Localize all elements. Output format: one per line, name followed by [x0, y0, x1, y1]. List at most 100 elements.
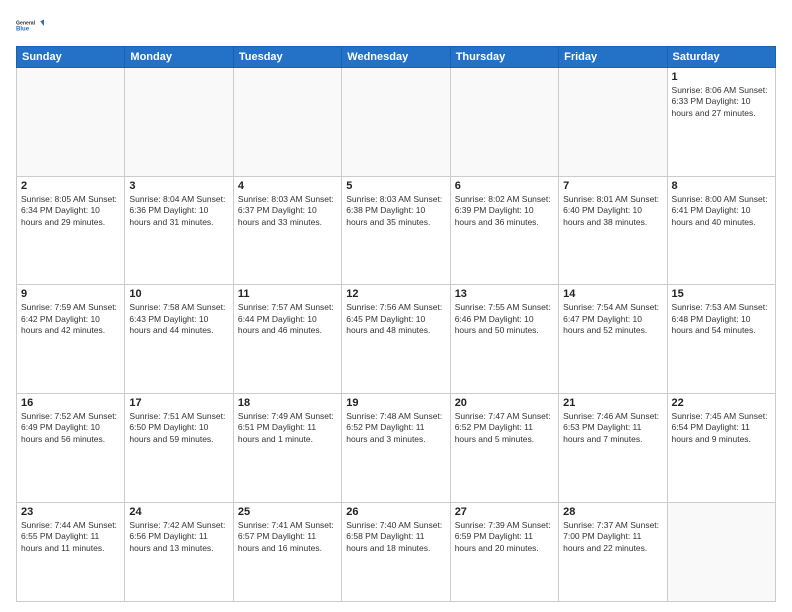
calendar-cell: 8Sunrise: 8:00 AM Sunset: 6:41 PM Daylig…: [667, 176, 775, 285]
calendar-cell: 5Sunrise: 8:03 AM Sunset: 6:38 PM Daylig…: [342, 176, 450, 285]
calendar-cell: 3 Sunrise: 8:04 AM Sunset: 6:36 PM Daylig…: [125, 176, 233, 285]
calendar-week-3: 9 Sunrise: 7:59 AM Sunset: 6:42 PM Daylig…: [17, 285, 776, 394]
day-info: Sunrise: 7:52 AM Sunset: 6:49 PM Dayligh…: [21, 411, 120, 445]
calendar-cell: 7Sunrise: 8:01 AM Sunset: 6:40 PM Daylig…: [559, 176, 667, 285]
calendar-cell: 27 Sunrise: 7:39 AM Sunset: 6:59 PM Dayli…: [450, 502, 558, 601]
calendar-table: SundayMondayTuesdayWednesdayThursdayFrid…: [16, 46, 776, 602]
calendar-cell: 26 Sunrise: 7:40 AM Sunset: 6:58 PM Dayli…: [342, 502, 450, 601]
calendar-cell: 6Sunrise: 8:02 AM Sunset: 6:39 PM Daylig…: [450, 176, 558, 285]
day-number: 19: [346, 397, 445, 409]
calendar-cell: [233, 68, 341, 177]
calendar-cell: [342, 68, 450, 177]
calendar-cell: 18 Sunrise: 7:49 AM Sunset: 6:51 PM Dayli…: [233, 393, 341, 502]
calendar-cell: 24 Sunrise: 7:42 AM Sunset: 6:56 PM Dayli…: [125, 502, 233, 601]
calendar-cell: 9 Sunrise: 7:59 AM Sunset: 6:42 PM Daylig…: [17, 285, 125, 394]
day-info: Sunrise: 7:44 AM Sunset: 6:55 PM Dayligh…: [21, 520, 120, 554]
day-number: 20: [455, 397, 554, 409]
calendar-cell: 4Sunrise: 8:03 AM Sunset: 6:37 PM Daylig…: [233, 176, 341, 285]
day-info: Sunrise: 8:06 AM Sunset: 6:33 PM Dayligh…: [672, 85, 771, 119]
day-info: Sunrise: 7:45 AM Sunset: 6:54 PM Dayligh…: [672, 411, 771, 445]
calendar-cell: 17 Sunrise: 7:51 AM Sunset: 6:50 PM Dayli…: [125, 393, 233, 502]
day-info: Sunrise: 8:00 AM Sunset: 6:41 PM Dayligh…: [672, 194, 771, 228]
day-info: Sunrise: 7:41 AM Sunset: 6:57 PM Dayligh…: [238, 520, 337, 554]
day-number: 25: [238, 506, 337, 518]
day-info: Sunrise: 7:57 AM Sunset: 6:44 PM Dayligh…: [238, 302, 337, 336]
day-number: 14: [563, 288, 662, 300]
calendar-cell: 25 Sunrise: 7:41 AM Sunset: 6:57 PM Dayli…: [233, 502, 341, 601]
calendar-cell: 15 Sunrise: 7:53 AM Sunset: 6:48 PM Dayli…: [667, 285, 775, 394]
day-number: 23: [21, 506, 120, 518]
calendar-week-4: 16 Sunrise: 7:52 AM Sunset: 6:49 PM Dayli…: [17, 393, 776, 502]
calendar-cell: 28 Sunrise: 7:37 AM Sunset: 7:00 PM Dayli…: [559, 502, 667, 601]
svg-text:Blue: Blue: [16, 27, 30, 33]
calendar-cell: 16 Sunrise: 7:52 AM Sunset: 6:49 PM Dayli…: [17, 393, 125, 502]
day-number: 15: [672, 288, 771, 300]
day-info: Sunrise: 7:49 AM Sunset: 6:51 PM Dayligh…: [238, 411, 337, 445]
calendar-cell: 20 Sunrise: 7:47 AM Sunset: 6:52 PM Dayli…: [450, 393, 558, 502]
day-info: Sunrise: 8:05 AM Sunset: 6:34 PM Dayligh…: [21, 194, 120, 228]
day-info: Sunrise: 7:40 AM Sunset: 6:58 PM Dayligh…: [346, 520, 445, 554]
day-number: 24: [129, 506, 228, 518]
calendar-cell: 22 Sunrise: 7:45 AM Sunset: 6:54 PM Dayli…: [667, 393, 775, 502]
day-number: 22: [672, 397, 771, 409]
day-info: Sunrise: 7:59 AM Sunset: 6:42 PM Dayligh…: [21, 302, 120, 336]
calendar-cell: 10 Sunrise: 7:58 AM Sunset: 6:43 PM Dayli…: [125, 285, 233, 394]
day-info: Sunrise: 7:58 AM Sunset: 6:43 PM Dayligh…: [129, 302, 228, 336]
day-info: Sunrise: 7:53 AM Sunset: 6:48 PM Dayligh…: [672, 302, 771, 336]
weekday-header-row: SundayMondayTuesdayWednesdayThursdayFrid…: [17, 47, 776, 68]
calendar-cell: 23 Sunrise: 7:44 AM Sunset: 6:55 PM Dayli…: [17, 502, 125, 601]
day-info: Sunrise: 7:47 AM Sunset: 6:52 PM Dayligh…: [455, 411, 554, 445]
day-info: Sunrise: 8:04 AM Sunset: 6:36 PM Dayligh…: [129, 194, 228, 228]
day-number: 12: [346, 288, 445, 300]
calendar-cell: 12 Sunrise: 7:56 AM Sunset: 6:45 PM Dayli…: [342, 285, 450, 394]
day-info: Sunrise: 7:55 AM Sunset: 6:46 PM Dayligh…: [455, 302, 554, 336]
day-number: 1: [672, 71, 771, 83]
calendar-cell: 1 Sunrise: 8:06 AM Sunset: 6:33 PM Daylig…: [667, 68, 775, 177]
day-info: Sunrise: 8:01 AM Sunset: 6:40 PM Dayligh…: [563, 194, 662, 228]
weekday-header-friday: Friday: [559, 47, 667, 68]
day-info: Sunrise: 7:42 AM Sunset: 6:56 PM Dayligh…: [129, 520, 228, 554]
page: General Blue SundayMondayTuesdayWednesda…: [0, 0, 792, 612]
calendar-cell: 19 Sunrise: 7:48 AM Sunset: 6:52 PM Dayli…: [342, 393, 450, 502]
day-number: 27: [455, 506, 554, 518]
day-number: 3: [129, 180, 228, 192]
day-info: Sunrise: 7:37 AM Sunset: 7:00 PM Dayligh…: [563, 520, 662, 554]
day-number: 28: [563, 506, 662, 518]
svg-text:General: General: [16, 21, 36, 27]
header: General Blue: [16, 12, 776, 40]
calendar-cell: 11 Sunrise: 7:57 AM Sunset: 6:44 PM Dayli…: [233, 285, 341, 394]
calendar-cell: [125, 68, 233, 177]
day-number: 9: [21, 288, 120, 300]
day-number: 2: [21, 180, 120, 192]
day-number: 10: [129, 288, 228, 300]
calendar-week-2: 2 Sunrise: 8:05 AM Sunset: 6:34 PM Daylig…: [17, 176, 776, 285]
day-info: Sunrise: 8:03 AM Sunset: 6:38 PM Dayligh…: [346, 194, 445, 228]
calendar-week-1: 1 Sunrise: 8:06 AM Sunset: 6:33 PM Daylig…: [17, 68, 776, 177]
day-number: 13: [455, 288, 554, 300]
weekday-header-monday: Monday: [125, 47, 233, 68]
day-number: 21: [563, 397, 662, 409]
day-number: 18: [238, 397, 337, 409]
day-info: Sunrise: 7:46 AM Sunset: 6:53 PM Dayligh…: [563, 411, 662, 445]
day-info: Sunrise: 7:54 AM Sunset: 6:47 PM Dayligh…: [563, 302, 662, 336]
day-number: 16: [21, 397, 120, 409]
day-info: Sunrise: 7:39 AM Sunset: 6:59 PM Dayligh…: [455, 520, 554, 554]
weekday-header-wednesday: Wednesday: [342, 47, 450, 68]
day-info: Sunrise: 7:51 AM Sunset: 6:50 PM Dayligh…: [129, 411, 228, 445]
calendar-cell: 13 Sunrise: 7:55 AM Sunset: 6:46 PM Dayli…: [450, 285, 558, 394]
day-number: 26: [346, 506, 445, 518]
calendar-cell: 21 Sunrise: 7:46 AM Sunset: 6:53 PM Dayli…: [559, 393, 667, 502]
day-info: Sunrise: 7:48 AM Sunset: 6:52 PM Dayligh…: [346, 411, 445, 445]
day-number: 6: [455, 180, 554, 192]
logo: General Blue: [16, 12, 44, 40]
weekday-header-thursday: Thursday: [450, 47, 558, 68]
calendar-cell: [450, 68, 558, 177]
day-number: 17: [129, 397, 228, 409]
calendar-week-5: 23 Sunrise: 7:44 AM Sunset: 6:55 PM Dayli…: [17, 502, 776, 601]
day-info: Sunrise: 7:56 AM Sunset: 6:45 PM Dayligh…: [346, 302, 445, 336]
calendar-cell: 2 Sunrise: 8:05 AM Sunset: 6:34 PM Daylig…: [17, 176, 125, 285]
day-number: 11: [238, 288, 337, 300]
day-info: Sunrise: 8:03 AM Sunset: 6:37 PM Dayligh…: [238, 194, 337, 228]
weekday-header-saturday: Saturday: [667, 47, 775, 68]
calendar-cell: [667, 502, 775, 601]
